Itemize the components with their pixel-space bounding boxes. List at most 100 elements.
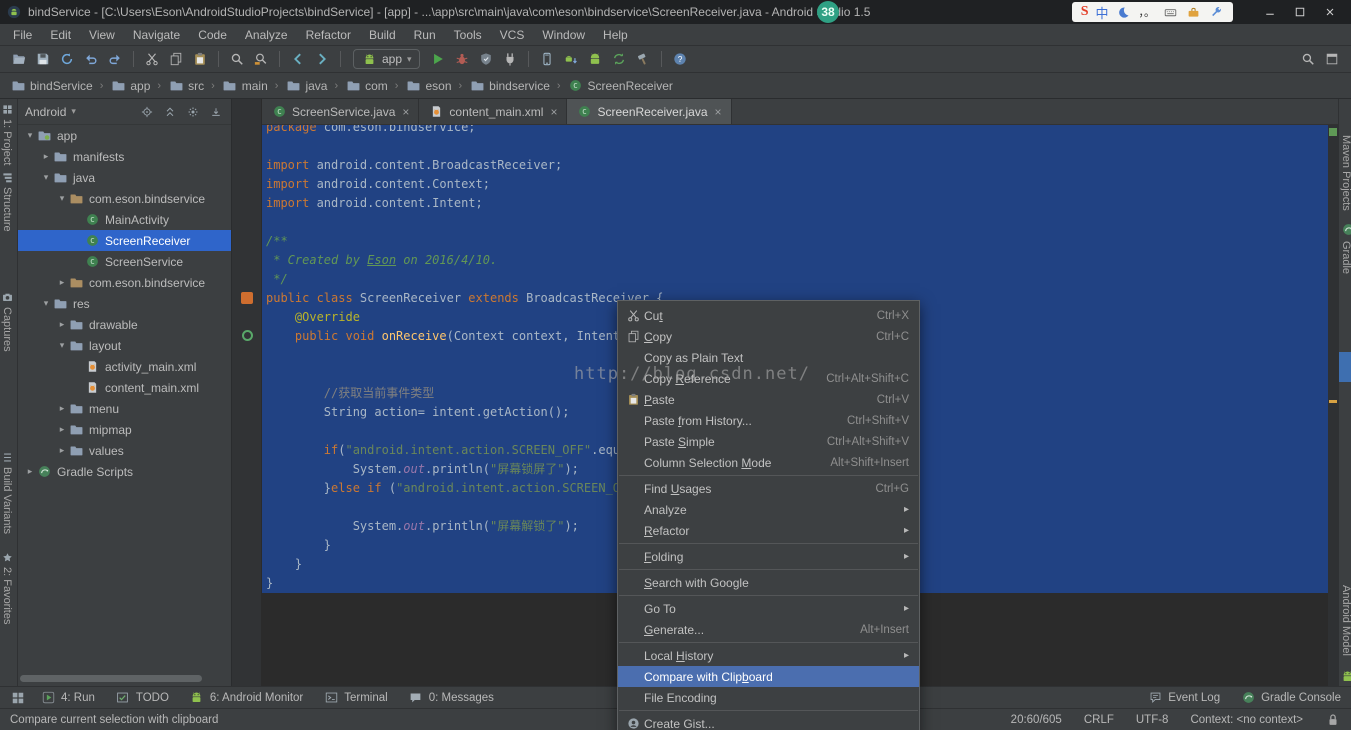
context-menu-item-analyze[interactable]: Analyze ▸ — [618, 499, 919, 520]
wrench-icon[interactable] — [1208, 4, 1224, 20]
target-icon[interactable] — [139, 104, 155, 120]
forward-button[interactable] — [311, 48, 333, 70]
lock-icon[interactable] — [1325, 712, 1341, 728]
menu-edit[interactable]: Edit — [41, 24, 80, 46]
tool-window-button-todo[interactable]: TODO — [115, 690, 169, 706]
tool-button-build-variants[interactable]: Build Variants — [1, 451, 13, 534]
breadcrumb-app[interactable]: app — [110, 78, 150, 94]
tree-expand-icon[interactable]: ▾ — [24, 130, 36, 141]
run-configuration-selector[interactable]: app ▾ — [353, 49, 420, 69]
context-menu-item-paste[interactable]: Paste Ctrl+V — [618, 389, 919, 410]
tab-screenreceiver-java[interactable]: C ScreenReceiver.java × — [567, 99, 732, 124]
tab-content-main-xml[interactable]: content_main.xml × — [419, 99, 568, 124]
context-menu-item-paste-simple[interactable]: Paste Simple Ctrl+Alt+Shift+V — [618, 431, 919, 452]
ime-language-toggle[interactable]: 中 — [1095, 3, 1108, 22]
context-menu-item-file-encoding[interactable]: File Encoding — [618, 687, 919, 708]
tree-expand-icon[interactable]: ▾ — [56, 193, 68, 204]
context-menu-item-copy[interactable]: Copy Ctrl+C — [618, 326, 919, 347]
tool-window-button-0-messages[interactable]: 0: Messages — [408, 690, 494, 706]
close-button[interactable] — [1315, 2, 1345, 22]
breadcrumb-bindservice[interactable]: bindService — [10, 78, 93, 94]
tree-item-java[interactable]: ▾ java — [18, 167, 231, 188]
close-icon[interactable]: × — [715, 105, 722, 119]
tree-item-values[interactable]: ▸ values — [18, 440, 231, 461]
replace-button[interactable] — [250, 48, 272, 70]
debug-button[interactable] — [451, 48, 473, 70]
menu-build[interactable]: Build — [360, 24, 405, 46]
tool-button-1-project[interactable]: 1: Project — [1, 103, 13, 165]
context-menu-item-folding[interactable]: Folding ▸ — [618, 546, 919, 567]
context-menu-item-create-gist[interactable]: Create Gist... — [618, 713, 919, 730]
back-button[interactable] — [287, 48, 309, 70]
project-horizontal-scrollbar[interactable] — [20, 675, 202, 682]
file-encoding-indicator[interactable]: UTF-8 — [1136, 714, 1169, 726]
hide-icon[interactable] — [208, 104, 224, 120]
tool-window-switcher-icon[interactable] — [10, 690, 26, 706]
tree-expand-icon[interactable]: ▸ — [56, 445, 68, 456]
project-view-selector[interactable]: Android ▾ — [25, 105, 76, 119]
breadcrumb-src[interactable]: src — [168, 78, 204, 94]
menu-navigate[interactable]: Navigate — [124, 24, 189, 46]
tool-window-button-4-run[interactable]: 4: Run — [40, 690, 95, 706]
tree-item-manifests[interactable]: ▸ manifests — [18, 146, 231, 167]
tree-item-content-main-xml[interactable]: content_main.xml — [18, 377, 231, 398]
toolbox-icon[interactable] — [1185, 4, 1201, 20]
context-menu-item-generate[interactable]: Generate... Alt+Insert — [618, 619, 919, 640]
menu-help[interactable]: Help — [594, 24, 637, 46]
tool-button-2-favorites[interactable]: 2: Favorites — [1, 551, 13, 624]
find-button-right[interactable] — [1297, 48, 1319, 70]
context-menu-item-local-history[interactable]: Local History ▸ — [618, 645, 919, 666]
context-menu-item-refactor[interactable]: Refactor ▸ — [618, 520, 919, 541]
tree-item-layout[interactable]: ▾ layout — [18, 335, 231, 356]
menu-view[interactable]: View — [80, 24, 124, 46]
keyboard-icon[interactable] — [1162, 4, 1178, 20]
breadcrumb-com[interactable]: com — [345, 78, 388, 94]
tree-expand-icon[interactable]: ▸ — [56, 424, 68, 435]
box-button-right[interactable] — [1321, 48, 1343, 70]
override-marker-icon[interactable] — [242, 330, 253, 341]
cut-button[interactable] — [141, 48, 163, 70]
minimize-button[interactable] — [1255, 2, 1285, 22]
tree-expand-icon[interactable]: ▾ — [40, 172, 52, 183]
close-icon[interactable]: × — [402, 105, 409, 119]
tree-expand-icon[interactable]: ▾ — [56, 340, 68, 351]
gear-icon[interactable] — [185, 104, 201, 120]
sogou-logo-icon[interactable]: S — [1081, 4, 1089, 20]
context-menu-item-search-with-google[interactable]: Search with Google — [618, 572, 919, 593]
sync-button[interactable] — [56, 48, 78, 70]
tree-item-app[interactable]: ▾ app — [18, 125, 231, 146]
ime-punctuation-toggle[interactable]: ，。 — [1139, 4, 1156, 20]
tree-item-drawable[interactable]: ▸ drawable — [18, 314, 231, 335]
breadcrumb-java[interactable]: java — [285, 78, 327, 94]
tool-button-structure[interactable]: Structure — [1, 171, 13, 232]
context-menu-item-cut[interactable]: Cut Ctrl+X — [618, 305, 919, 326]
tool-button-android-model[interactable]: Android Model — [1340, 585, 1351, 656]
tab-screenservice-java[interactable]: C ScreenService.java × — [262, 99, 420, 124]
moon-icon[interactable] — [1116, 4, 1132, 20]
context-menu-item-find-usages[interactable]: Find Usages Ctrl+G — [618, 478, 919, 499]
tree-expand-icon[interactable]: ▸ — [24, 466, 36, 477]
gradlesync-button[interactable] — [608, 48, 630, 70]
tree-item-screenservice[interactable]: C ScreenService — [18, 251, 231, 272]
tool-window-button-6-android-monitor[interactable]: 6: Android Monitor — [189, 690, 303, 706]
tree-expand-icon[interactable]: ▸ — [56, 403, 68, 414]
attach-button[interactable] — [499, 48, 521, 70]
tool-window-button-terminal[interactable]: Terminal — [323, 690, 388, 706]
build-button[interactable] — [632, 48, 654, 70]
monitor-button[interactable] — [584, 48, 606, 70]
context-menu-item-paste-from-history[interactable]: Paste from History... Ctrl+Shift+V — [618, 410, 919, 431]
tool-window-button-gradle-console[interactable]: Gradle Console — [1240, 690, 1341, 706]
gradle-icon[interactable] — [1340, 221, 1351, 237]
tree-item-screenreceiver[interactable]: C ScreenReceiver — [18, 230, 231, 251]
tool-window-button-event-log[interactable]: Event Log — [1147, 690, 1220, 706]
tree-item-com-eson-bindservice[interactable]: ▾ com.eson.bindservice — [18, 188, 231, 209]
context-menu-item-compare-with-clipboard[interactable]: Compare with Clipboard — [618, 666, 919, 687]
tree-expand-icon[interactable]: ▸ — [56, 319, 68, 330]
run-button[interactable] — [427, 48, 449, 70]
context-menu-item-column-selection-mode[interactable]: Column Selection Mode Alt+Shift+Insert — [618, 452, 919, 473]
help-button[interactable]: ? — [669, 48, 691, 70]
tool-button-captures[interactable]: Captures — [1, 291, 13, 352]
tree-item-gradle-scripts[interactable]: ▸ Gradle Scripts — [18, 461, 231, 482]
menu-analyze[interactable]: Analyze — [236, 24, 297, 46]
tree-item-mipmap[interactable]: ▸ mipmap — [18, 419, 231, 440]
